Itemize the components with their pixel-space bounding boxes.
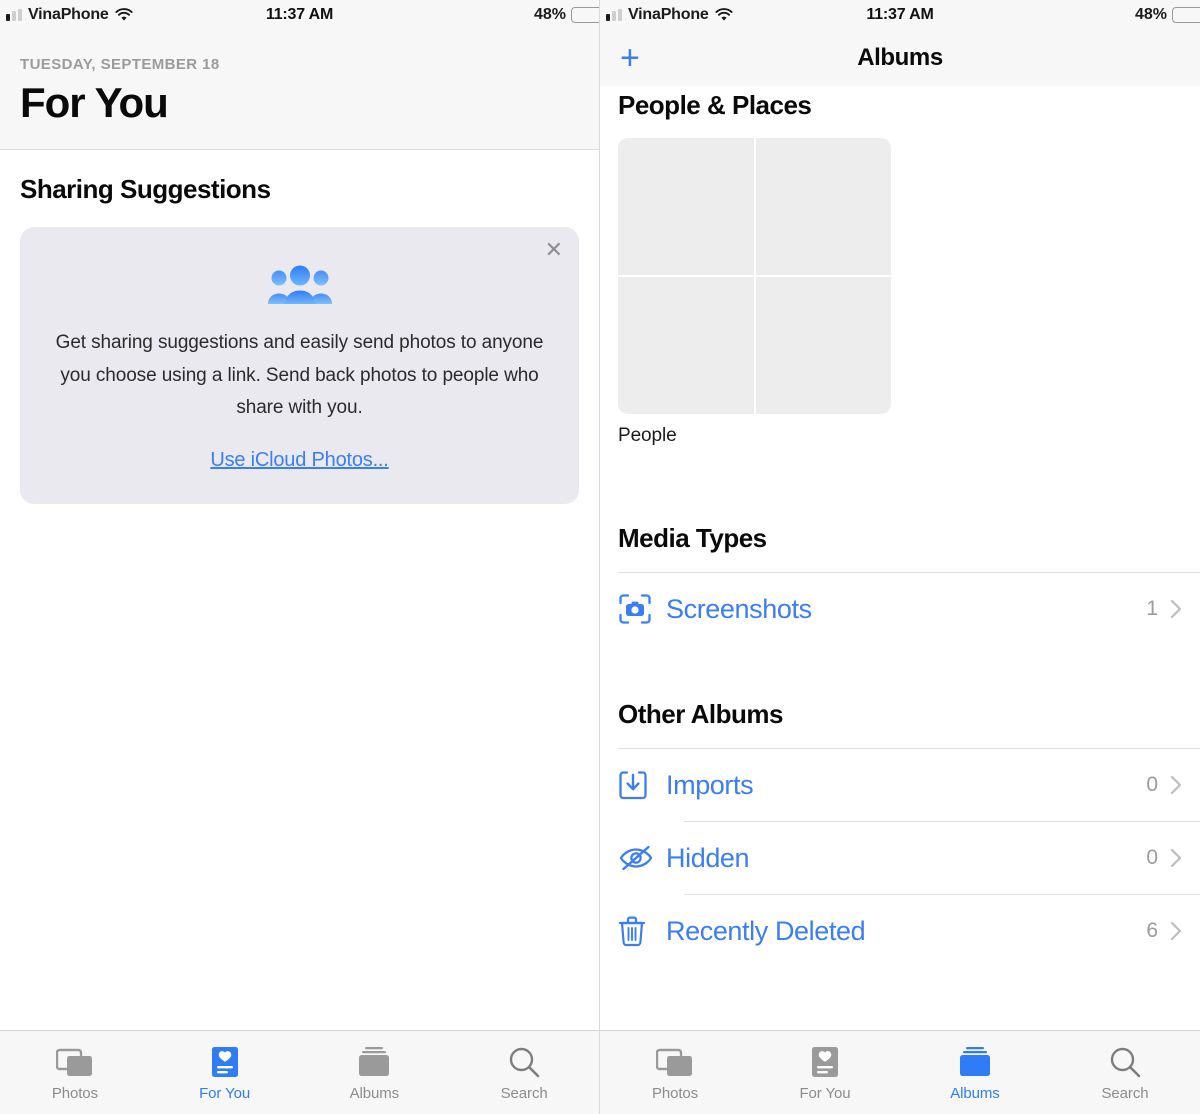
sharing-suggestions-title: Sharing Suggestions bbox=[20, 174, 271, 205]
status-bar: VinaPhone 11:37 AM 48% bbox=[0, 0, 599, 30]
sharing-suggestions-card: ✕ Get sharing suggestions and easily sen… bbox=[20, 227, 579, 505]
thumbnail-cell bbox=[618, 138, 754, 275]
battery-percent-label: 48% bbox=[1134, 6, 1167, 23]
album-row-imports[interactable]: Imports 0 bbox=[618, 749, 1200, 821]
people-places-title: People & Places bbox=[618, 90, 812, 120]
thumbnail-cell bbox=[618, 277, 754, 414]
tab-search[interactable]: Search bbox=[449, 1044, 599, 1102]
for-you-header: TUESDAY, SEPTEMBER 18 For You bbox=[0, 30, 599, 151]
people-album-label: People bbox=[618, 425, 677, 446]
tab-label: Search bbox=[1101, 1084, 1149, 1102]
people-places-section: People & Places People bbox=[618, 86, 1200, 447]
for-you-card-icon bbox=[210, 1044, 240, 1078]
album-row-count: 1 bbox=[1146, 597, 1158, 620]
tab-photos[interactable]: Photos bbox=[600, 1044, 750, 1102]
tab-label: Photos bbox=[651, 1084, 699, 1102]
chevron-right-icon bbox=[1170, 775, 1182, 795]
left-panel-for-you: VinaPhone 11:37 AM 48% TUESDAY, SEPTEMBE bbox=[0, 0, 600, 1114]
album-row-screenshots[interactable]: Screenshots 1 bbox=[618, 573, 1200, 645]
album-row-count: 0 bbox=[1146, 773, 1158, 796]
tab-label: Photos bbox=[51, 1084, 98, 1102]
for-you-card-icon bbox=[810, 1044, 840, 1078]
tab-for-you[interactable]: For You bbox=[150, 1044, 300, 1102]
import-tray-icon bbox=[618, 769, 666, 801]
tab-label: Albums bbox=[950, 1084, 1000, 1102]
other-albums-section: Other Albums Imports 0 Hidden 0 Recently… bbox=[618, 699, 1200, 967]
nav-title: Albums bbox=[857, 44, 943, 71]
album-row-hidden[interactable]: Hidden 0 bbox=[618, 822, 1200, 894]
albums-content: People & Places People Media Types Scree… bbox=[600, 86, 1200, 967]
album-row-count: 6 bbox=[1146, 919, 1158, 942]
sharing-suggestions-body: Get sharing suggestions and easily send … bbox=[55, 332, 544, 419]
status-bar-right: 48% bbox=[533, 0, 599, 30]
battery-percent-label: 48% bbox=[533, 6, 566, 23]
photos-stack-icon bbox=[656, 1044, 694, 1078]
status-bar-right: 48% bbox=[1135, 0, 1200, 30]
right-panel-albums: VinaPhone 11:37 AM 48% + Albums People &… bbox=[600, 0, 1200, 1114]
album-row-count: 0 bbox=[1146, 846, 1158, 869]
trash-icon bbox=[618, 915, 666, 947]
navigation-bar: + Albums bbox=[600, 30, 1200, 86]
screenshot-camera-icon bbox=[618, 593, 666, 625]
search-icon bbox=[507, 1044, 541, 1078]
album-row-label: Screenshots bbox=[666, 593, 812, 624]
albums-folder-icon bbox=[957, 1044, 993, 1078]
thumbnail-cell bbox=[755, 277, 891, 414]
media-types-title: Media Types bbox=[618, 523, 767, 553]
tab-photos[interactable]: Photos bbox=[0, 1044, 150, 1102]
use-icloud-photos-link[interactable]: Use iCloud Photos... bbox=[50, 449, 549, 472]
battery-icon bbox=[1172, 7, 1200, 23]
chevron-right-icon bbox=[1170, 921, 1182, 941]
chevron-right-icon bbox=[1170, 599, 1182, 619]
tab-for-you[interactable]: For You bbox=[750, 1044, 900, 1102]
people-album-thumbnail[interactable] bbox=[618, 138, 891, 414]
close-icon[interactable]: ✕ bbox=[545, 239, 563, 261]
tab-albums[interactable]: Albums bbox=[300, 1044, 450, 1102]
status-bar-clock: 11:37 AM bbox=[265, 6, 334, 23]
media-types-section: Media Types Screenshots 1 bbox=[618, 523, 1200, 645]
for-you-date: TUESDAY, SEPTEMBER 18 bbox=[20, 56, 220, 73]
other-albums-title: Other Albums bbox=[618, 699, 783, 729]
album-row-label: Imports bbox=[666, 769, 754, 800]
eye-slash-icon bbox=[618, 844, 666, 872]
thumbnail-cell bbox=[755, 138, 891, 275]
battery-icon bbox=[571, 7, 599, 23]
tab-label: Search bbox=[500, 1084, 548, 1102]
tab-label: Albums bbox=[349, 1084, 400, 1102]
status-bar-clock: 11:37 AM bbox=[866, 6, 934, 23]
status-bar: VinaPhone 11:37 AM 48% bbox=[600, 0, 1200, 30]
tab-bar: Photos For You Albums Search bbox=[0, 1030, 599, 1114]
people-group-icon bbox=[267, 265, 332, 305]
page-title: For You bbox=[20, 79, 169, 126]
tab-label: For You bbox=[799, 1084, 851, 1102]
tab-albums[interactable]: Albums bbox=[900, 1044, 1050, 1102]
photos-stack-icon bbox=[55, 1044, 94, 1078]
album-row-label: Hidden bbox=[666, 842, 750, 873]
dual-screenshot-comparison: VinaPhone 11:37 AM 48% TUESDAY, SEPTEMBE bbox=[0, 0, 1200, 1114]
sharing-suggestions-section: Sharing Suggestions ✕ Get sharing sugges… bbox=[0, 150, 599, 505]
search-icon bbox=[1108, 1044, 1142, 1078]
tab-label: For You bbox=[199, 1084, 251, 1102]
albums-folder-icon bbox=[356, 1044, 392, 1078]
tab-bar: Photos For You Albums Search bbox=[600, 1030, 1200, 1114]
chevron-right-icon bbox=[1170, 848, 1182, 868]
album-row-recently-deleted[interactable]: Recently Deleted 6 bbox=[618, 895, 1200, 967]
album-row-label: Recently Deleted bbox=[666, 915, 866, 946]
tab-search[interactable]: Search bbox=[1050, 1044, 1200, 1102]
